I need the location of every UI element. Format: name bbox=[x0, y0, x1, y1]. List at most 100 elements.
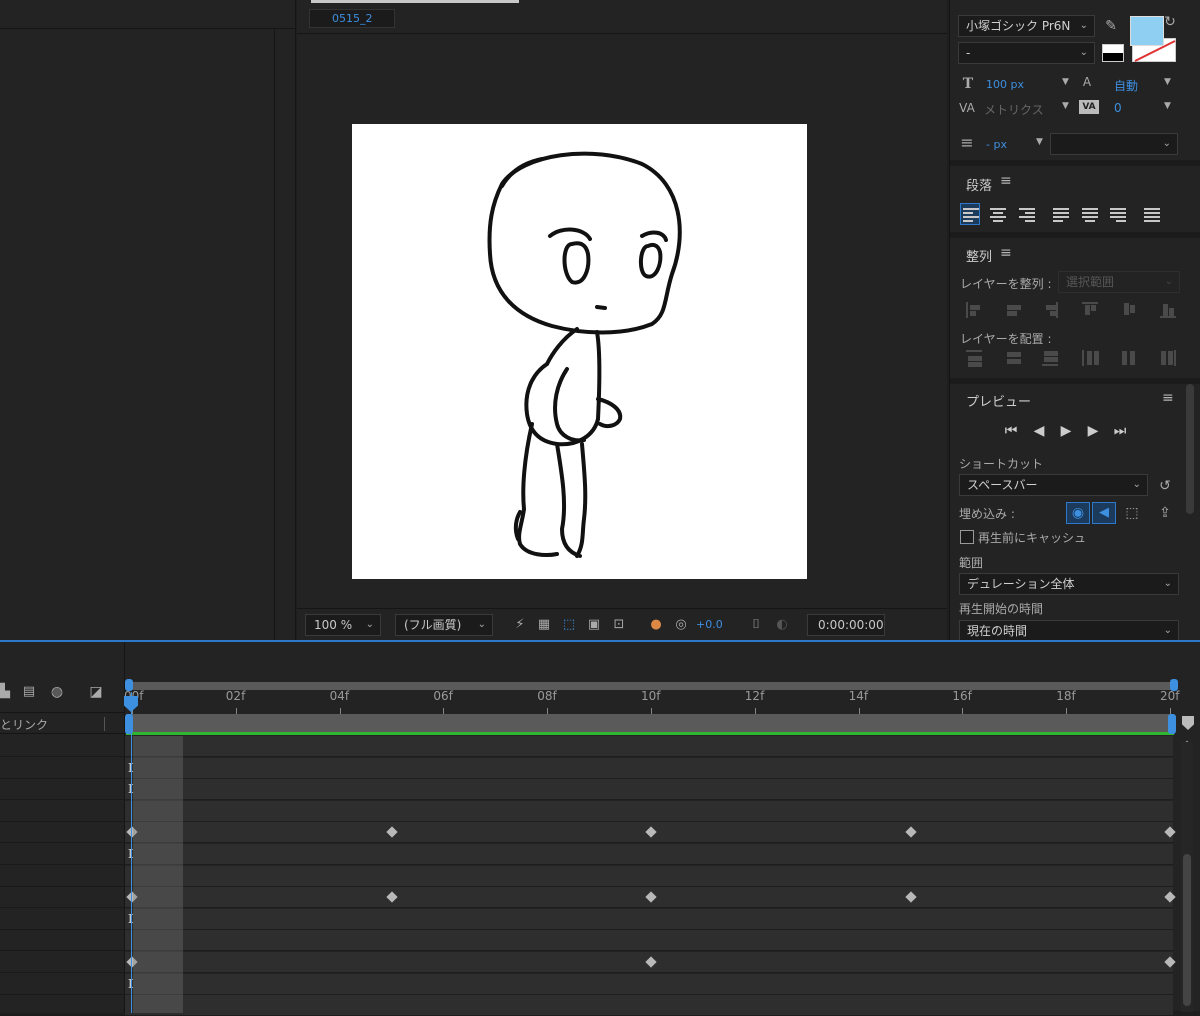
distribute-right-icon[interactable] bbox=[1160, 350, 1176, 366]
chevron-down-icon[interactable]: ▼ bbox=[1062, 77, 1069, 87]
reset-exposure-icon[interactable]: ◎ bbox=[672, 616, 690, 634]
layer-row[interactable] bbox=[0, 758, 125, 779]
snapshot-icon[interactable]: ⌷ bbox=[747, 616, 765, 634]
fast-preview-icon[interactable]: ⚡ bbox=[511, 616, 529, 634]
track-row[interactable] bbox=[125, 995, 1173, 1016]
cache-checkbox[interactable] bbox=[960, 530, 974, 544]
layer-row[interactable] bbox=[0, 930, 125, 952]
kerning-value[interactable]: メトリクス bbox=[984, 101, 1044, 118]
layer-row[interactable] bbox=[0, 844, 125, 865]
audio-toggle-speaker-icon[interactable]: ◀ bbox=[1092, 502, 1116, 524]
range-select[interactable]: デュレーション全体 ⌄ bbox=[959, 573, 1179, 595]
timeline-scrollbar[interactable] bbox=[1181, 742, 1193, 1012]
zoom-dropdown[interactable]: 100 % ⌄ bbox=[305, 614, 381, 636]
chevron-down-icon[interactable]: ▼ bbox=[1164, 101, 1171, 111]
safe-margins-icon[interactable]: ▣ bbox=[585, 616, 603, 634]
track-row[interactable] bbox=[125, 844, 1173, 865]
composition-canvas[interactable] bbox=[352, 124, 807, 579]
track-row[interactable] bbox=[125, 865, 1173, 887]
fill-color-swatch[interactable] bbox=[1130, 16, 1164, 46]
align-horizontal-center-icon[interactable] bbox=[1005, 302, 1021, 318]
font-size-value[interactable]: 100 px bbox=[986, 78, 1024, 91]
ruler-label: 14f bbox=[848, 689, 869, 703]
channel-icon[interactable]: ● bbox=[647, 616, 665, 634]
export-icon[interactable]: ⇪ bbox=[1156, 505, 1174, 521]
first-frame-icon[interactable]: ⏮ bbox=[1002, 423, 1020, 439]
layer-row[interactable] bbox=[0, 909, 125, 930]
show-snapshot-icon[interactable]: ◐ bbox=[773, 616, 791, 634]
reset-icon[interactable]: ↺ bbox=[1156, 478, 1174, 494]
layer-row[interactable] bbox=[0, 866, 125, 887]
start-time-select[interactable]: 現在の時間 ⌄ bbox=[959, 620, 1179, 642]
align-left-edges-icon[interactable] bbox=[966, 302, 982, 318]
track-row[interactable] bbox=[125, 800, 1173, 822]
previous-frame-icon[interactable]: ◀ bbox=[1030, 423, 1048, 439]
stroke-width-value[interactable]: - px bbox=[986, 138, 1007, 151]
track-row[interactable] bbox=[125, 736, 1173, 757]
black-white-swatch[interactable] bbox=[1102, 44, 1124, 62]
leading-value[interactable]: 自動 bbox=[1114, 77, 1138, 94]
panel-menu-icon[interactable]: ≡ bbox=[1162, 390, 1174, 406]
panel-menu-icon[interactable]: ≡ bbox=[1000, 245, 1012, 261]
comp-tab[interactable]: 0515_2 bbox=[309, 9, 395, 28]
current-time-display[interactable]: 0:00:00:00 bbox=[807, 614, 885, 636]
eyedropper-icon[interactable]: ✎ bbox=[1102, 18, 1120, 34]
tracking-value[interactable]: 0 bbox=[1114, 101, 1122, 115]
layer-row[interactable] bbox=[0, 995, 125, 1016]
panel-menu-icon[interactable]: ≡ bbox=[1000, 173, 1012, 189]
justify-left-icon[interactable] bbox=[1053, 208, 1069, 222]
layer-row[interactable] bbox=[0, 736, 125, 757]
align-right-icon[interactable] bbox=[1019, 208, 1035, 222]
work-area-end-handle[interactable] bbox=[1168, 714, 1176, 734]
exposure-value[interactable]: +0.0 bbox=[696, 618, 723, 631]
chevron-down-icon[interactable]: ▼ bbox=[1164, 77, 1171, 87]
justify-all-icon[interactable] bbox=[1144, 208, 1160, 222]
distribute-horizontal-center-icon[interactable] bbox=[1121, 350, 1137, 366]
track-row[interactable] bbox=[125, 779, 1173, 801]
overlay-toggle-icon[interactable]: ⬚ bbox=[1122, 505, 1142, 521]
justify-center-icon[interactable] bbox=[1082, 208, 1098, 222]
distribute-vertical-center-icon[interactable] bbox=[1005, 350, 1021, 366]
align-bottom-edges-icon[interactable] bbox=[1160, 302, 1176, 318]
chevron-down-icon[interactable]: ▼ bbox=[1036, 137, 1043, 147]
current-time-indicator[interactable] bbox=[131, 692, 132, 1013]
track-row[interactable] bbox=[125, 973, 1173, 995]
transparency-grid-icon[interactable]: ▦ bbox=[535, 616, 553, 634]
work-area-bar[interactable] bbox=[126, 714, 1174, 734]
stroke-style-select[interactable]: ⌄ bbox=[1050, 133, 1178, 155]
align-center-icon[interactable] bbox=[990, 208, 1006, 222]
distribute-top-icon[interactable] bbox=[966, 350, 982, 367]
chevron-down-icon[interactable]: ▼ bbox=[1062, 101, 1069, 111]
layer-row[interactable] bbox=[0, 952, 125, 973]
font-family-select[interactable]: 小塚ゴシック Pr6N ⌄ bbox=[958, 15, 1095, 37]
shortcut-select[interactable]: スペースバー ⌄ bbox=[959, 474, 1148, 496]
align-left-button[interactable] bbox=[960, 203, 980, 225]
play-icon[interactable]: ▶ bbox=[1057, 423, 1075, 439]
align-top-edges-icon[interactable] bbox=[1082, 302, 1098, 318]
distribute-bottom-icon[interactable] bbox=[1042, 350, 1058, 366]
distribute-left-icon[interactable] bbox=[1082, 350, 1099, 366]
resolution-dropdown[interactable]: (フル画質) ⌄ bbox=[395, 614, 493, 636]
layer-row[interactable] bbox=[0, 887, 125, 909]
align-vertical-center-icon[interactable] bbox=[1121, 302, 1137, 318]
panel-scrollbar[interactable] bbox=[1186, 384, 1194, 514]
track-row[interactable] bbox=[125, 757, 1173, 779]
next-frame-icon[interactable]: ▶ bbox=[1084, 423, 1102, 439]
layer-row[interactable] bbox=[0, 801, 125, 822]
track-row[interactable] bbox=[125, 908, 1173, 930]
last-frame-icon[interactable]: ⏭ bbox=[1111, 423, 1129, 439]
scrollbar-thumb[interactable] bbox=[1183, 854, 1191, 1006]
track-row[interactable] bbox=[125, 930, 1173, 952]
layer-row[interactable] bbox=[0, 974, 125, 995]
mask-path-icon[interactable]: ⬚ bbox=[560, 616, 578, 634]
region-of-interest-icon[interactable]: ⊡ bbox=[610, 616, 628, 634]
align-target-select[interactable]: 選択範囲 ⌄ bbox=[1058, 271, 1180, 293]
font-style-select[interactable]: - ⌄ bbox=[958, 42, 1095, 64]
video-toggle-eye-icon[interactable]: ◉ bbox=[1066, 502, 1090, 524]
layer-row[interactable] bbox=[0, 822, 125, 844]
layer-row[interactable] bbox=[0, 779, 125, 801]
align-right-edges-icon[interactable] bbox=[1042, 302, 1058, 318]
justify-right-icon[interactable] bbox=[1110, 208, 1126, 222]
swap-colors-icon[interactable]: ↻ bbox=[1162, 14, 1178, 30]
comp-marker-bin-icon[interactable] bbox=[1182, 716, 1194, 730]
